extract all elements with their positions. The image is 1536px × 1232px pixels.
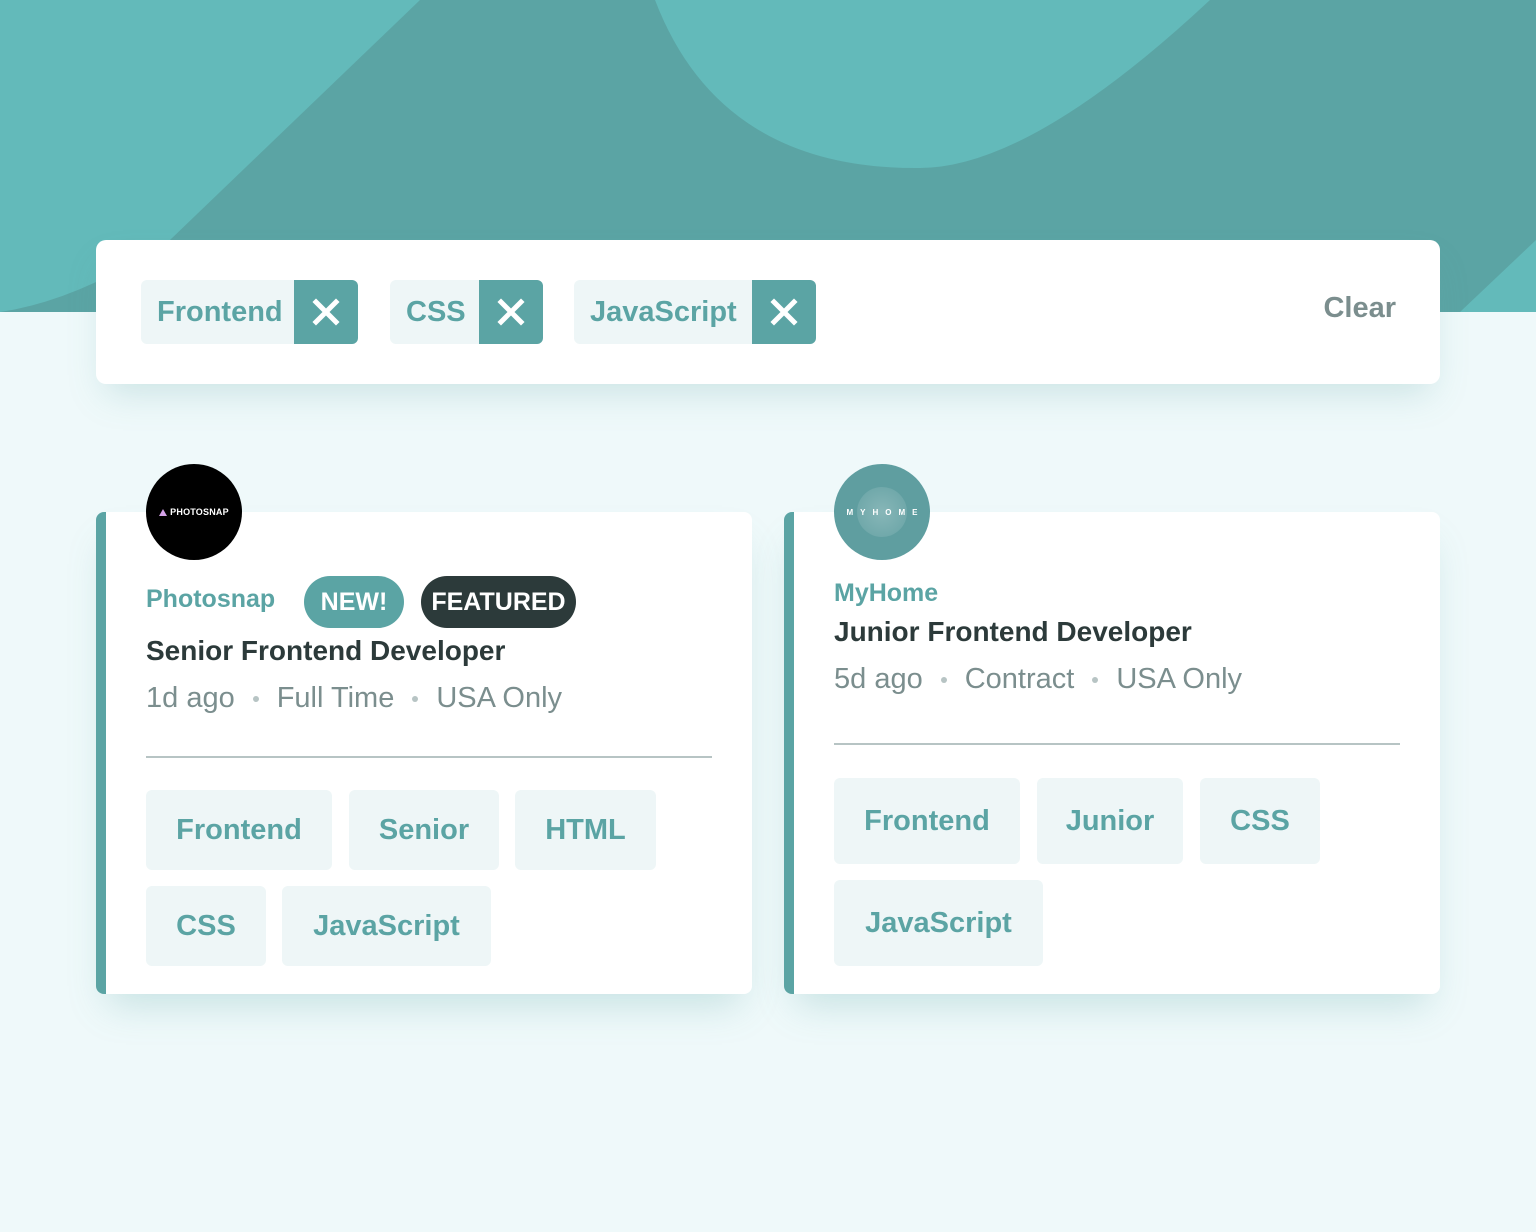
tag-button[interactable]: Frontend: [834, 778, 1020, 864]
dot-icon: [412, 695, 419, 702]
tag-button[interactable]: CSS: [146, 886, 266, 966]
card-divider: [146, 756, 712, 758]
filter-chip-label: CSS: [390, 280, 479, 344]
tag-button[interactable]: Frontend: [146, 790, 332, 870]
close-icon: [770, 298, 798, 326]
tag-button[interactable]: CSS: [1200, 778, 1320, 864]
job-meta: 5d ago Contract USA Only: [834, 663, 1242, 696]
job-position[interactable]: Senior Frontend Developer: [146, 635, 505, 667]
remove-filter-button[interactable]: [752, 280, 816, 344]
filter-chip-label: Frontend: [141, 280, 294, 344]
new-badge: NEW!: [304, 576, 404, 628]
job-position[interactable]: Junior Frontend Developer: [834, 616, 1192, 648]
company-logo: PHOTOSNAP: [146, 464, 242, 560]
dot-icon: [1092, 676, 1099, 683]
contract-type: Contract: [964, 663, 1075, 695]
filter-chip-label: JavaScript: [574, 280, 752, 344]
clear-button[interactable]: Clear: [1323, 292, 1396, 325]
close-icon: [497, 298, 525, 326]
contract-type: Full Time: [276, 682, 395, 714]
close-icon: [312, 298, 340, 326]
featured-badge: FEATURED: [421, 576, 576, 628]
logo-wordmark: PHOTOSNAP: [159, 507, 229, 517]
filter-chip-javascript: JavaScript: [574, 280, 816, 344]
logo-wordmark: MYHOME: [846, 507, 925, 517]
job-location: USA Only: [436, 682, 563, 714]
tag-button[interactable]: HTML: [515, 790, 656, 870]
job-location: USA Only: [1116, 663, 1243, 695]
remove-filter-button[interactable]: [294, 280, 358, 344]
filter-bar: Frontend CSS JavaScript Clear: [96, 240, 1440, 384]
dot-icon: [252, 695, 259, 702]
tag-button[interactable]: Junior: [1037, 778, 1183, 864]
company-logo: MYHOME: [834, 464, 930, 560]
tag-button[interactable]: JavaScript: [834, 880, 1043, 966]
posted-at: 5d ago: [834, 663, 923, 695]
company-name: Photosnap: [146, 585, 276, 613]
card-divider: [834, 743, 1400, 745]
filter-chip-frontend: Frontend: [141, 280, 358, 344]
posted-at: 1d ago: [146, 682, 235, 714]
company-name: MyHome: [834, 579, 939, 607]
triangle-icon: [159, 509, 168, 517]
tag-button[interactable]: JavaScript: [282, 886, 491, 966]
job-meta: 1d ago Full Time USA Only: [146, 682, 562, 715]
dot-icon: [940, 676, 947, 683]
filter-chip-css: CSS: [390, 280, 543, 344]
remove-filter-button[interactable]: [479, 280, 543, 344]
tag-button[interactable]: Senior: [349, 790, 499, 870]
